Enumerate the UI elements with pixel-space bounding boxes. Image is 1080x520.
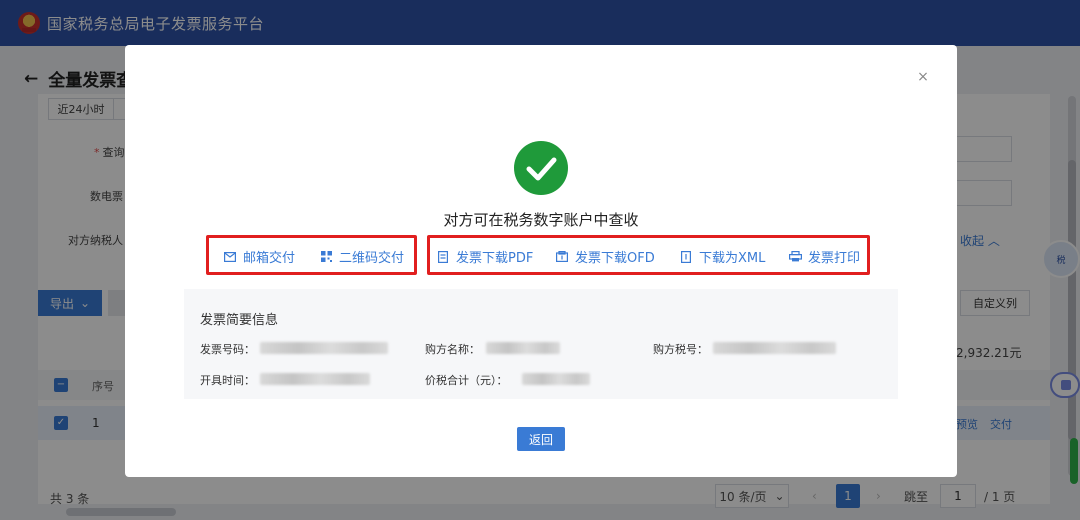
total-amount-redacted	[522, 373, 590, 385]
close-icon[interactable]: ×	[913, 67, 933, 87]
buyer-name-redacted	[486, 342, 560, 354]
printer-icon	[788, 250, 802, 264]
summary-title: 发票简要信息	[200, 313, 279, 328]
invoice-number-redacted	[260, 342, 388, 354]
success-check-icon	[514, 141, 568, 195]
invoice-summary-panel: 发票简要信息 发票号码： 购方名称： 购方税号： 开具时间： 价税合计（元）：	[184, 289, 898, 399]
ofd-icon	[555, 250, 569, 264]
buyer-name-field-label: 购方名称：	[425, 343, 480, 356]
download-ofd-button[interactable]: 发票下载OFD	[555, 247, 655, 266]
print-invoice-button[interactable]: 发票打印	[788, 247, 860, 266]
qrcode-deliver-button[interactable]: 二维码交付	[319, 247, 404, 266]
success-message: 对方可在税务数字账户中查收	[443, 211, 639, 229]
xml-icon	[679, 250, 693, 264]
total-amount-field-label: 价税合计（元）：	[425, 374, 508, 387]
issue-time-field-label: 开具时间：	[200, 374, 255, 387]
delivery-success-dialog: × 对方可在税务数字账户中查收 邮箱交付 二维码交付 发票下载PDF 发票下载O…	[125, 45, 957, 477]
invoice-number-field-label: 发票号码：	[200, 343, 255, 356]
buyer-tax-number-field-label: 购方税号：	[653, 343, 708, 356]
pdf-icon	[436, 250, 450, 264]
return-button[interactable]: 返回	[517, 427, 565, 451]
download-xml-button[interactable]: 下载为XML	[679, 247, 765, 266]
qrcode-icon	[319, 250, 333, 264]
issue-time-redacted	[260, 373, 370, 385]
mail-icon	[223, 250, 237, 264]
email-deliver-button[interactable]: 邮箱交付	[223, 247, 295, 266]
download-pdf-button[interactable]: 发票下载PDF	[436, 247, 533, 266]
buyer-tax-number-redacted	[713, 342, 836, 354]
